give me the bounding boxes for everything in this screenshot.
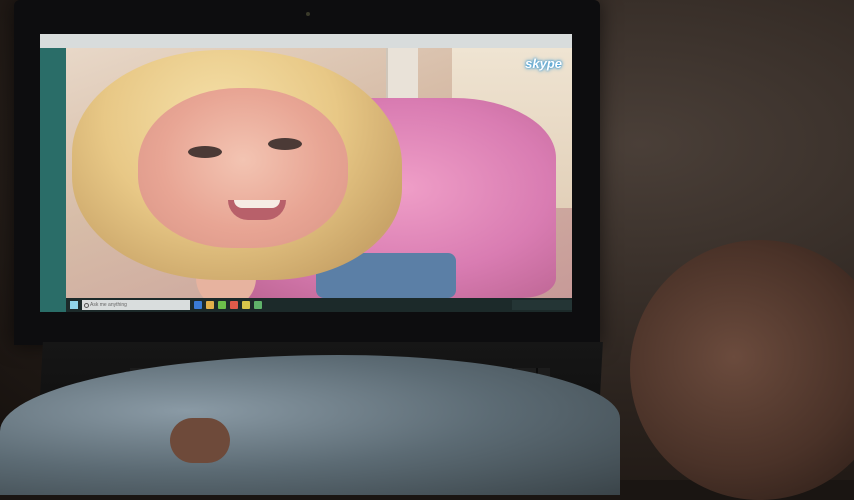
left-eye xyxy=(188,146,222,158)
windows-taskbar: Ask me anything xyxy=(66,298,572,312)
taskbar-search-input[interactable]: Ask me anything xyxy=(82,300,190,310)
mail-icon[interactable] xyxy=(242,301,250,309)
right-eye xyxy=(268,138,302,150)
skype-logo-icon: skype xyxy=(525,56,562,71)
video-call-feed: skype xyxy=(66,48,572,298)
store-icon[interactable] xyxy=(218,301,226,309)
skype-taskbar-icon[interactable] xyxy=(254,301,262,309)
person-face xyxy=(138,88,348,248)
teeth xyxy=(234,200,280,208)
laptop-screen: skype Ask me anything xyxy=(40,34,572,312)
system-tray[interactable] xyxy=(512,300,572,310)
webcam-icon xyxy=(306,12,310,16)
viewer-hand xyxy=(170,418,230,463)
windows-start-icon[interactable] xyxy=(70,301,78,309)
edge-icon[interactable] xyxy=(194,301,202,309)
chrome-icon[interactable] xyxy=(230,301,238,309)
smile xyxy=(228,200,286,220)
window-title-bar[interactable] xyxy=(40,34,572,48)
file-explorer-icon[interactable] xyxy=(206,301,214,309)
